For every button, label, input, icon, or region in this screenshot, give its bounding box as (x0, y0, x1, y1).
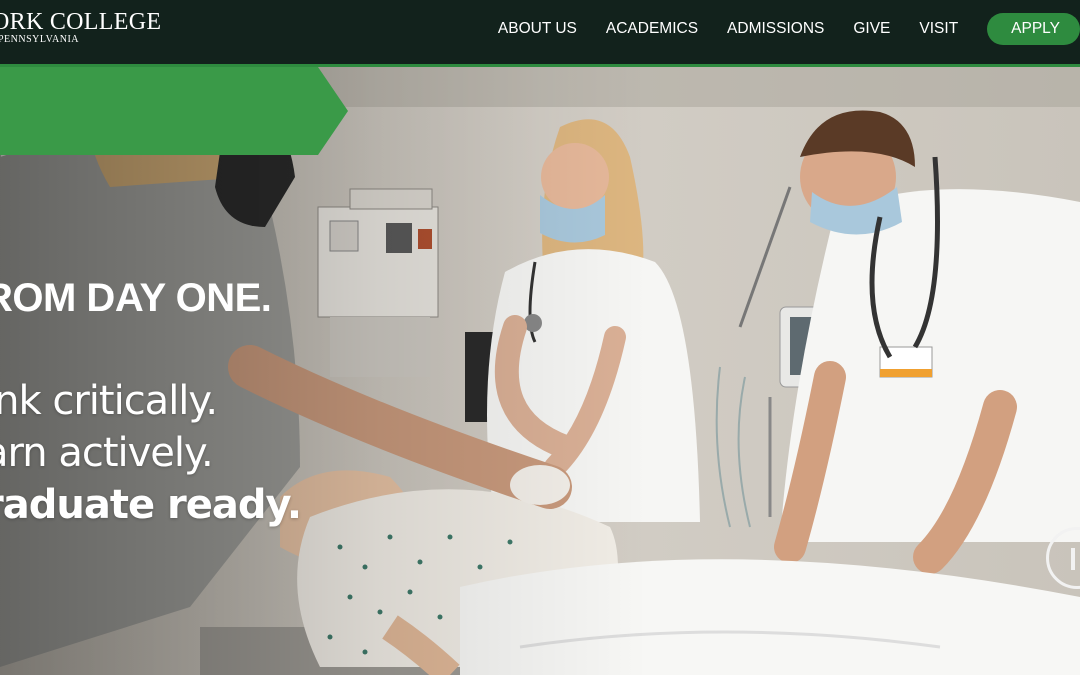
site-header: ORK COLLEGE PENNSYLVANIA ABOUT US ACADEM… (0, 0, 1080, 67)
headline-banner (0, 67, 348, 155)
college-logo[interactable]: ORK COLLEGE PENNSYLVANIA (0, 10, 161, 46)
hero-video (0, 67, 1080, 675)
nav-visit[interactable]: VISIT (919, 20, 958, 38)
apply-button[interactable]: APPLY (987, 13, 1080, 45)
pause-icon (1071, 548, 1075, 570)
hero-scene-image (0, 67, 1080, 675)
tagline-line-3: raduate ready. (0, 482, 302, 528)
nav-admissions[interactable]: ADMISSIONS (727, 20, 824, 38)
tagline-line-1: ink critically. (0, 378, 218, 424)
main-nav: ABOUT US ACADEMICS ADMISSIONS GIVE VISIT… (498, 0, 1080, 58)
nav-academics[interactable]: ACADEMICS (606, 20, 698, 38)
nav-about-us[interactable]: ABOUT US (498, 20, 577, 38)
nav-give[interactable]: GIVE (853, 20, 890, 38)
tagline-line-2: arn actively. (0, 430, 214, 476)
logo-wordmark: ORK COLLEGE (0, 9, 162, 35)
headline-text: ROM DAY ONE. (0, 276, 272, 320)
logo-subtitle: PENNSYLVANIA (0, 34, 80, 45)
